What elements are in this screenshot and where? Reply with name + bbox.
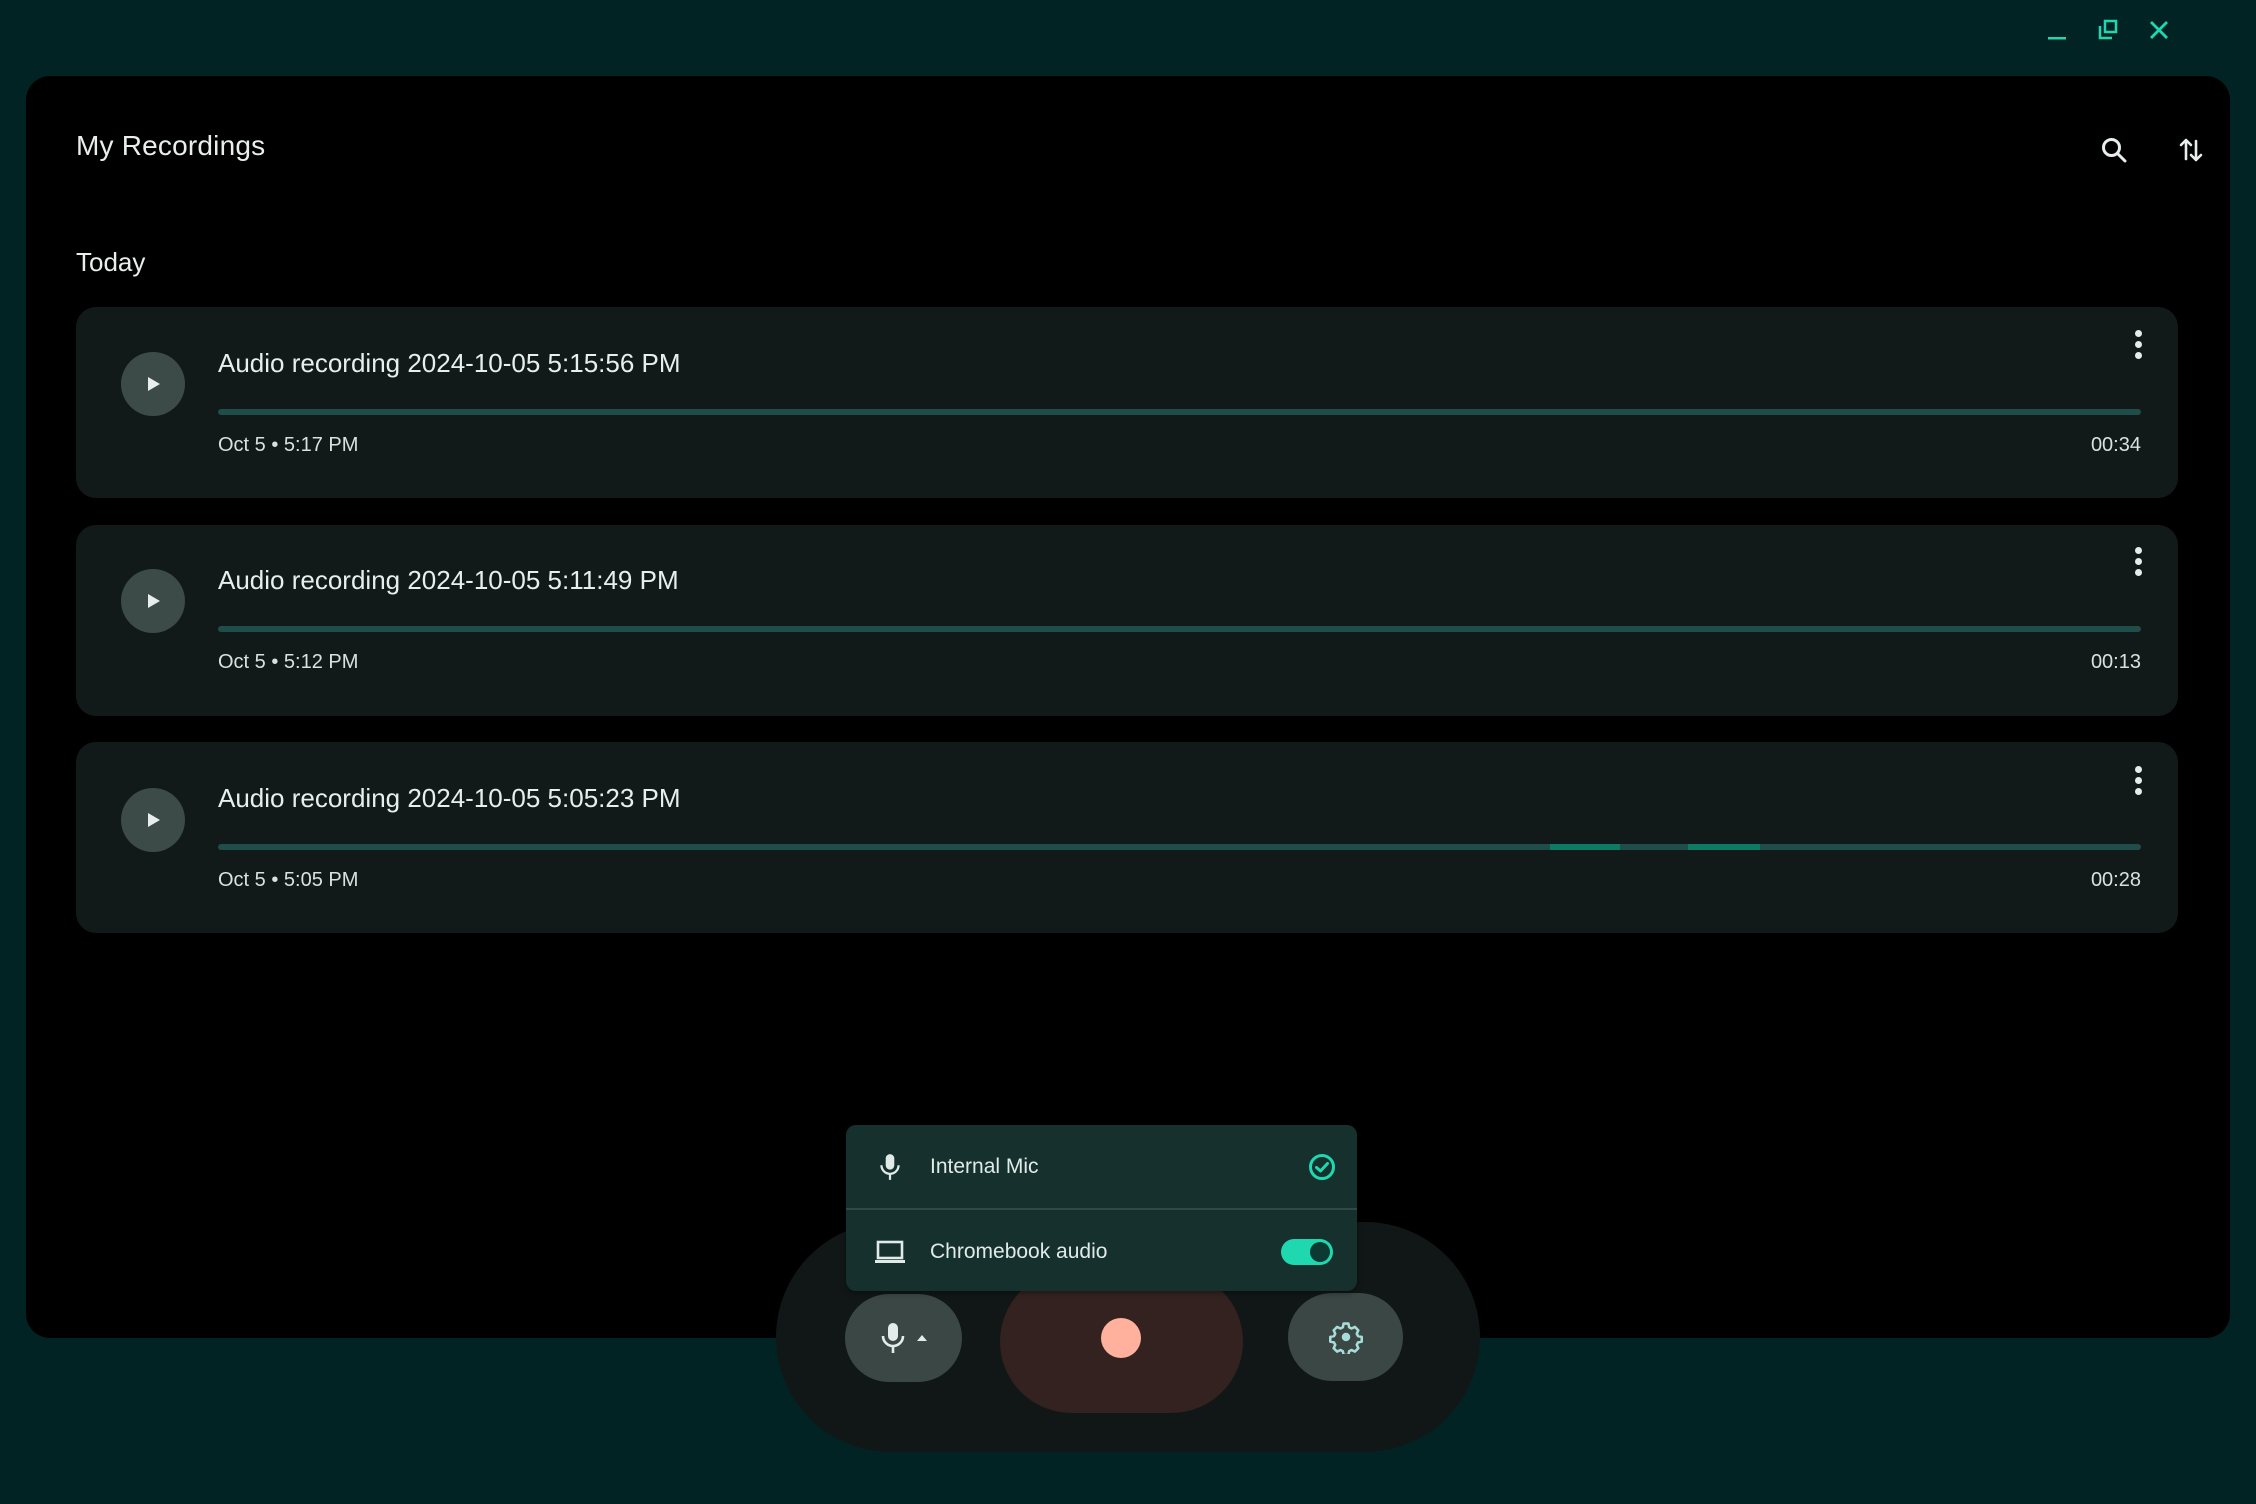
record-icon xyxy=(1101,1318,1141,1358)
play-button[interactable] xyxy=(121,352,185,416)
close-button[interactable] xyxy=(2139,10,2179,50)
minimize-button[interactable] xyxy=(2037,10,2077,50)
waveform-bar[interactable] xyxy=(218,409,2141,415)
menu-item-chromebook-audio[interactable]: Chromebook audio xyxy=(846,1210,1357,1291)
recording-title: Audio recording 2024-10-05 5:11:49 PM xyxy=(218,565,679,595)
more-options-button[interactable] xyxy=(2122,324,2154,364)
kebab-dot xyxy=(2134,568,2142,576)
kebab-dot xyxy=(2134,340,2142,348)
menu-item-label: Internal Mic xyxy=(930,1154,1039,1178)
audio-source-menu: Internal Mic Chromebook audio xyxy=(846,1125,1357,1291)
kebab-dot xyxy=(2134,351,2142,359)
waveform-bar[interactable] xyxy=(218,844,2141,850)
play-icon xyxy=(148,594,160,608)
recording-duration: 00:34 xyxy=(2090,434,2141,456)
restore-icon xyxy=(2098,19,2118,40)
microphone-source-button[interactable] xyxy=(845,1294,962,1382)
recording-title: Audio recording 2024-10-05 5:15:56 PM xyxy=(218,348,681,378)
laptop-icon xyxy=(872,1234,908,1270)
kebab-dot xyxy=(2134,329,2142,337)
more-options-button[interactable] xyxy=(2122,760,2154,800)
gear-icon xyxy=(1328,1322,1363,1354)
caret-up-icon xyxy=(916,1335,927,1341)
waveform-bar[interactable] xyxy=(218,626,2141,632)
play-button[interactable] xyxy=(121,788,185,852)
recording-card[interactable]: Audio recording 2024-10-05 5:15:56 PM Oc… xyxy=(76,307,2178,498)
recording-timestamp: Oct 5 • 5:17 PM xyxy=(218,434,359,456)
recording-timestamp: Oct 5 • 5:05 PM xyxy=(218,869,359,891)
menu-item-label: Chromebook audio xyxy=(930,1239,1108,1263)
page-title: My Recordings xyxy=(76,130,266,161)
play-button[interactable] xyxy=(121,569,185,633)
microphone-icon xyxy=(872,1149,908,1185)
check-circle-icon xyxy=(1309,1154,1335,1180)
recording-duration: 00:28 xyxy=(2090,869,2141,891)
sort-arrows-icon xyxy=(2179,138,2203,162)
kebab-dot xyxy=(2134,776,2142,784)
more-options-button[interactable] xyxy=(2122,541,2154,581)
section-heading-today: Today xyxy=(76,247,146,277)
search-button[interactable] xyxy=(2090,126,2138,174)
recording-duration: 00:13 xyxy=(2090,651,2141,673)
chromebook-audio-toggle[interactable] xyxy=(1281,1239,1333,1265)
kebab-dot xyxy=(2134,765,2142,773)
play-icon xyxy=(148,813,160,827)
play-icon xyxy=(148,377,160,391)
kebab-dot xyxy=(2134,787,2142,795)
sort-button[interactable] xyxy=(2167,126,2215,174)
waveform-active-segment xyxy=(1550,844,1620,850)
kebab-dot xyxy=(2134,546,2142,554)
minimize-icon xyxy=(2048,37,2066,40)
settings-button[interactable] xyxy=(1288,1293,1403,1381)
recording-timestamp: Oct 5 • 5:12 PM xyxy=(218,651,359,673)
menu-item-internal-mic[interactable]: Internal Mic xyxy=(846,1125,1357,1208)
waveform-active-segment xyxy=(1688,844,1760,850)
recording-card[interactable]: Audio recording 2024-10-05 5:05:23 PM Oc… xyxy=(76,742,2178,933)
recording-title: Audio recording 2024-10-05 5:05:23 PM xyxy=(218,783,681,813)
toggle-knob xyxy=(1310,1242,1330,1262)
recording-card[interactable]: Audio recording 2024-10-05 5:11:49 PM Oc… xyxy=(76,525,2178,716)
close-icon xyxy=(2150,21,2168,39)
search-icon xyxy=(2102,138,2127,163)
kebab-dot xyxy=(2134,557,2142,565)
microphone-icon xyxy=(881,1323,904,1353)
restore-button[interactable] xyxy=(2088,10,2128,50)
